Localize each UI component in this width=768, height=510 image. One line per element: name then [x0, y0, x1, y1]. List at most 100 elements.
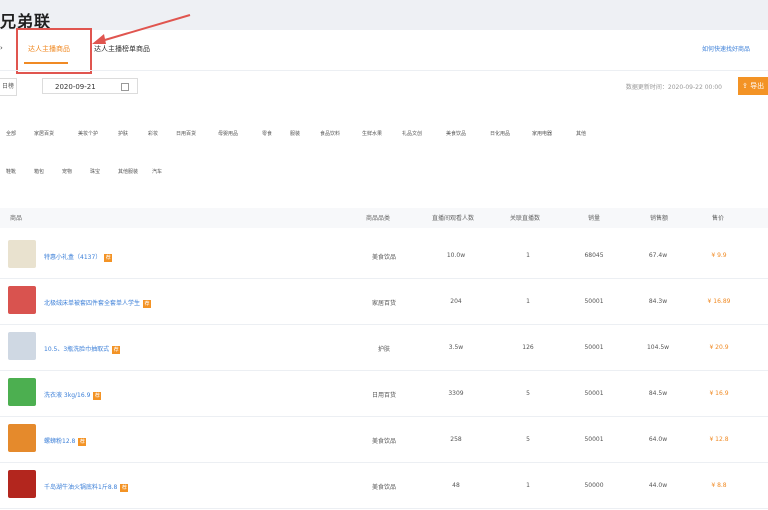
col-header-viewers: 直播间观看人数 — [432, 215, 475, 222]
category-item[interactable]: 宠物 — [62, 168, 72, 175]
cell-amount: 84.5w — [648, 390, 668, 397]
col-header-price: 售价 — [712, 215, 725, 222]
category-item[interactable]: 珠宝 — [90, 168, 100, 175]
col-header-product: 商品 — [10, 215, 23, 222]
col-header-category: 商品品类 — [366, 215, 391, 222]
export-label: 导出 — [750, 82, 765, 90]
tag-badge-icon: 荐 — [93, 391, 102, 400]
cell-sales: 50001 — [584, 390, 604, 397]
category-item[interactable]: 美食饮品 — [446, 130, 466, 137]
cell-sales: 50000 — [584, 482, 604, 489]
update-time: 数据更新时间：2020-09-22 00:00 — [625, 84, 722, 91]
product-name-link[interactable]: 10.5、3瓶洗脸巾抽取式荐 — [44, 344, 121, 354]
cell-viewers: 48 — [452, 482, 460, 489]
table-row[interactable]: 螺蛳粉12.8 荐 美食饮品 258 5 50001 64.0w ¥ 12.8 — [0, 416, 768, 463]
cell-category: 家居百货 — [371, 300, 396, 307]
range-selector[interactable]: 日榜 — [0, 78, 17, 96]
cell-price: ¥ 12.8 — [709, 436, 729, 443]
cell-live-count: 126 — [522, 344, 534, 351]
date-picker[interactable]: 2020-09-21 — [42, 78, 138, 94]
product-thumbnail[interactable] — [8, 332, 36, 360]
product-thumbnail[interactable] — [8, 240, 36, 268]
category-item[interactable]: 美妆个护 — [78, 130, 98, 137]
cell-price: ¥ 8.8 — [711, 482, 727, 489]
category-item[interactable]: 其他 — [576, 130, 586, 137]
cell-amount: 64.0w — [648, 436, 668, 443]
category-item[interactable]: 家用电器 — [532, 130, 552, 137]
product-thumbnail[interactable] — [8, 470, 36, 498]
cell-category: 日用百货 — [371, 392, 396, 399]
cell-category: 美食饮品 — [371, 438, 396, 445]
table-row[interactable]: 北极绒床单被套四件套全套单人学生荐 家居百货 204 1 50001 84.3w… — [0, 278, 768, 325]
col-header-live-count: 关联直播数 — [510, 215, 541, 222]
cell-live-count: 5 — [526, 390, 530, 397]
product-name-link[interactable]: 北极绒床单被套四件套全套单人学生荐 — [44, 298, 152, 308]
export-icon: ⇪ — [742, 82, 748, 90]
col-header-sales: 销量 — [588, 215, 601, 222]
tag-badge-icon: 荐 — [143, 299, 152, 308]
cell-category: 护肤 — [377, 346, 390, 353]
category-item[interactable]: 零食 — [262, 130, 272, 137]
category-item[interactable]: 全部 — [6, 130, 16, 137]
cell-amount: 44.0w — [648, 482, 668, 489]
cell-viewers: 204 — [450, 298, 462, 305]
cell-live-count: 5 — [526, 436, 530, 443]
cell-sales: 50001 — [584, 436, 604, 443]
calendar-icon — [121, 83, 129, 91]
category-item[interactable]: 其他服装 — [118, 168, 138, 175]
product-name-link[interactable]: 特惠小礼盒（4137）荐 — [44, 252, 113, 262]
product-name-link[interactable]: 螺蛳粉12.8 荐 — [44, 436, 87, 446]
col-header-amount: 销售额 — [650, 215, 669, 222]
cell-sales: 50001 — [584, 298, 604, 305]
cell-price: ¥ 20.9 — [709, 344, 729, 351]
cell-sales: 50001 — [584, 344, 604, 351]
cell-viewers: 3309 — [448, 390, 464, 397]
category-item[interactable]: 鞋靴 — [6, 168, 16, 175]
product-thumbnail[interactable] — [8, 286, 36, 314]
tag-badge-icon: 荐 — [78, 437, 87, 446]
tag-badge-icon: 荐 — [104, 253, 113, 262]
category-item[interactable]: 服装 — [290, 130, 300, 137]
cell-viewers: 3.5w — [448, 344, 464, 351]
cell-live-count: 1 — [526, 482, 530, 489]
tag-badge-icon: 荐 — [120, 483, 129, 492]
category-item[interactable]: 日化用品 — [490, 130, 510, 137]
product-thumbnail[interactable] — [8, 378, 36, 406]
table-row[interactable]: 特惠小礼盒（4137）荐 美食饮品 10.0w 1 68045 67.4w ¥ … — [0, 232, 768, 279]
cell-amount: 104.5w — [646, 344, 670, 351]
cell-viewers: 10.0w — [446, 252, 466, 259]
cell-live-count: 1 — [526, 252, 530, 259]
category-item[interactable]: 礼品文创 — [402, 130, 422, 137]
category-item[interactable]: 母婴用品 — [218, 130, 238, 137]
product-name-link[interactable]: 千岛湖牛油火锅底料1斤8.8 荐 — [44, 482, 129, 492]
export-button[interactable]: ⇪ 导出 — [738, 77, 768, 95]
category-item[interactable]: 护肤 — [118, 130, 128, 137]
category-item[interactable]: 家居百货 — [34, 130, 54, 137]
cell-sales: 68045 — [584, 252, 604, 259]
help-link[interactable]: 如何快速找好商品 — [702, 44, 750, 53]
category-item[interactable]: 汽车 — [152, 168, 162, 175]
category-item[interactable]: 日用百货 — [176, 130, 196, 137]
table-row[interactable]: 洗衣液 3kg/16.9 荐 日用百货 3309 5 50001 84.5w ¥ … — [0, 370, 768, 417]
cell-price: ¥ 16.9 — [709, 390, 729, 397]
tag-badge-icon: 荐 — [112, 345, 121, 354]
cell-price: ¥ 9.9 — [711, 252, 727, 259]
product-name-link[interactable]: 洗衣液 3kg/16.9 荐 — [44, 390, 102, 400]
cell-category: 美食饮品 — [371, 254, 396, 261]
date-value: 2020-09-21 — [55, 83, 96, 91]
divider — [0, 70, 768, 71]
category-item[interactable]: 箱包 — [34, 168, 44, 175]
category-item[interactable]: 食品饮料 — [320, 130, 340, 137]
cell-category: 美食饮品 — [371, 484, 396, 491]
table-row[interactable]: 千岛湖牛油火锅底料1斤8.8 荐 美食饮品 48 1 50000 44.0w ¥ … — [0, 462, 768, 509]
cell-price: ¥ 16.89 — [707, 298, 731, 305]
cell-amount: 67.4w — [648, 252, 668, 259]
cell-live-count: 1 — [526, 298, 530, 305]
category-item[interactable]: 生鲜水果 — [362, 130, 382, 137]
cell-amount: 84.3w — [648, 298, 668, 305]
annotation-arrow-icon — [92, 14, 191, 44]
table-row[interactable]: 10.5、3瓶洗脸巾抽取式荐 护肤 3.5w 126 50001 104.5w … — [0, 324, 768, 371]
product-thumbnail[interactable] — [8, 424, 36, 452]
cell-viewers: 258 — [450, 436, 462, 443]
category-item[interactable]: 彩妆 — [148, 130, 158, 137]
